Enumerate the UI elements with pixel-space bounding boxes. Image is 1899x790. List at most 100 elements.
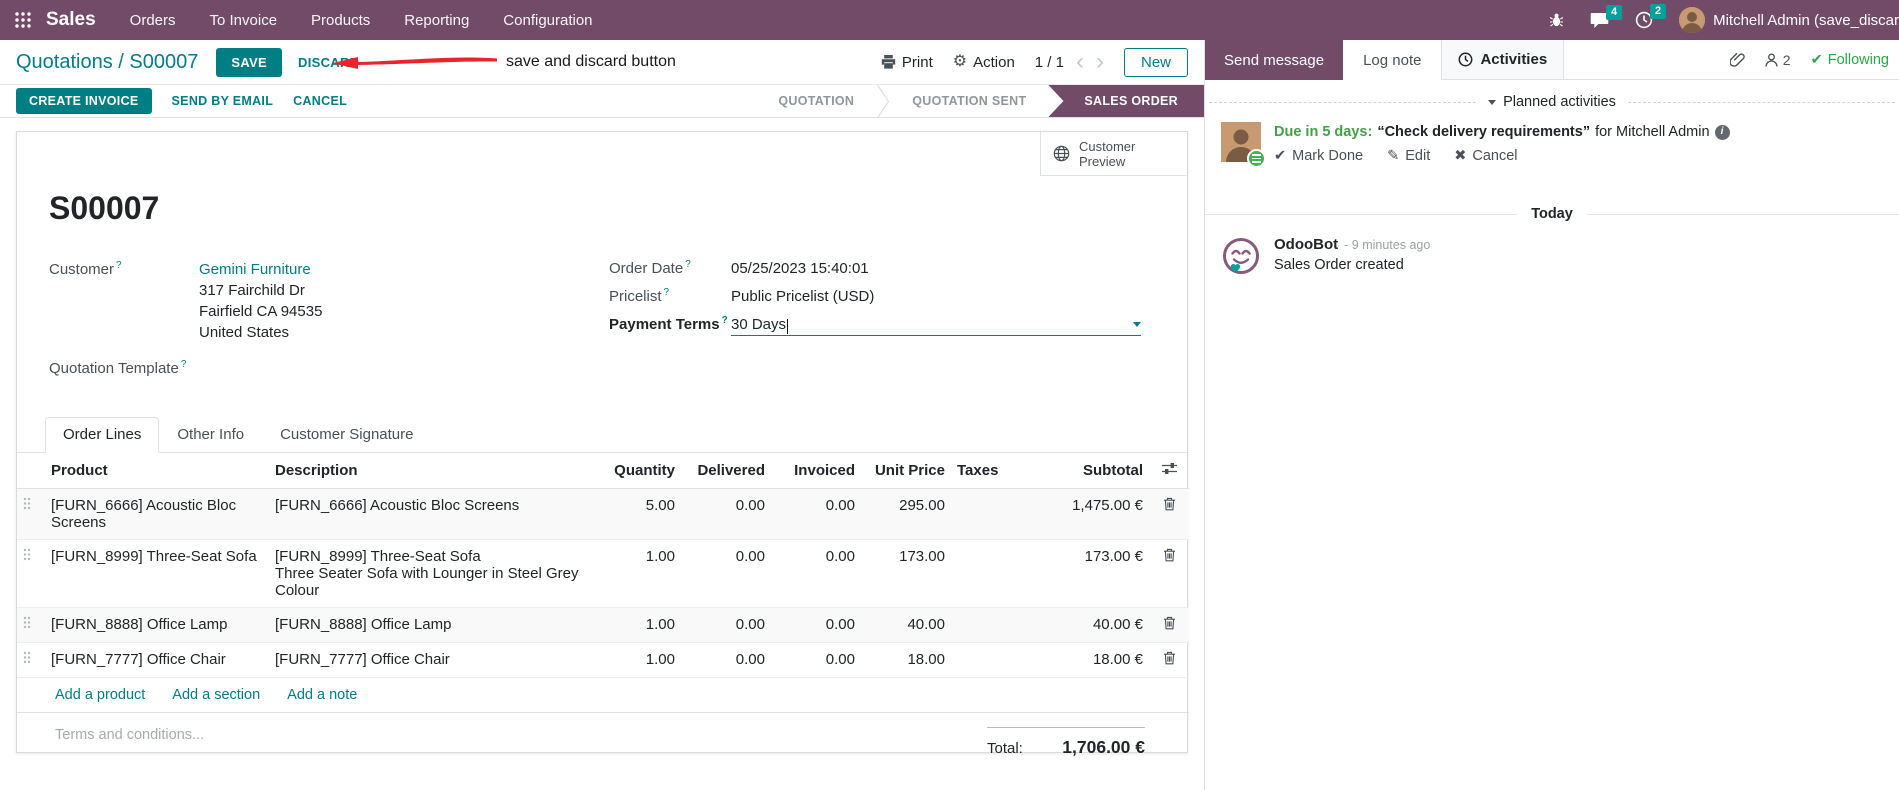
activities-clock-icon[interactable]: 2: [1635, 4, 1667, 29]
cell-quantity[interactable]: 1.00: [591, 607, 681, 643]
cell-invoiced[interactable]: 0.00: [771, 539, 861, 608]
order-line-row[interactable]: [FURN_8999] Three-Seat Sofa [FURN_8999] …: [17, 539, 1189, 608]
activities-tab[interactable]: Activities: [1441, 40, 1565, 80]
odoobot-avatar[interactable]: [1221, 236, 1261, 276]
add-note-link[interactable]: Add a note: [287, 687, 357, 703]
save-button[interactable]: SAVE: [216, 47, 282, 77]
col-delivered[interactable]: Delivered: [681, 453, 771, 489]
menu-orders[interactable]: Orders: [130, 12, 176, 29]
order-line-row[interactable]: [FURN_6666] Acoustic Bloc Screens [FURN_…: [17, 488, 1189, 540]
order-date-value[interactable]: 05/25/2023 15:40:01: [731, 260, 869, 277]
debug-bug-icon[interactable]: [1549, 12, 1564, 28]
menu-configuration[interactable]: Configuration: [503, 12, 592, 29]
cell-invoiced[interactable]: 0.00: [771, 488, 861, 540]
cell-unit-price[interactable]: 40.00: [861, 607, 951, 643]
following-button[interactable]: ✔ Following: [1811, 52, 1889, 68]
menu-products[interactable]: Products: [311, 12, 370, 29]
col-description[interactable]: Description: [269, 453, 591, 489]
action-button[interactable]: ⚙ Action: [953, 54, 1015, 71]
info-icon[interactable]: i: [1714, 124, 1730, 140]
discard-button[interactable]: DISCARD: [298, 55, 359, 70]
pager-next-icon[interactable]: ›: [1096, 50, 1104, 74]
cell-quantity[interactable]: 1.00: [591, 539, 681, 608]
delete-line-icon[interactable]: [1149, 642, 1189, 678]
cell-description[interactable]: [FURN_6666] Acoustic Bloc Screens: [269, 488, 591, 540]
col-product[interactable]: Product: [45, 453, 269, 489]
col-quantity[interactable]: Quantity: [591, 453, 681, 489]
messages-icon[interactable]: 4: [1590, 4, 1623, 29]
col-subtotal[interactable]: Subtotal: [1013, 453, 1149, 489]
tab-order-lines[interactable]: Order Lines: [45, 417, 160, 453]
new-button[interactable]: New: [1123, 47, 1188, 77]
send-message-button[interactable]: Send message: [1205, 40, 1344, 80]
drag-handle-icon[interactable]: [17, 488, 45, 540]
send-by-email-button[interactable]: SEND BY EMAIL: [172, 94, 274, 108]
activity-avatar[interactable]: [1221, 122, 1266, 168]
add-section-link[interactable]: Add a section: [172, 687, 260, 703]
cell-taxes[interactable]: [951, 607, 1013, 643]
cell-product[interactable]: [FURN_7777] Office Chair: [45, 642, 269, 678]
delete-line-icon[interactable]: [1149, 539, 1189, 608]
delete-line-icon[interactable]: [1149, 607, 1189, 643]
pager-prev-icon[interactable]: ‹: [1076, 50, 1084, 74]
cancel-button[interactable]: CANCEL: [293, 94, 347, 108]
stage-quotation[interactable]: QUOTATION: [756, 85, 876, 117]
menu-to-invoice[interactable]: To Invoice: [210, 12, 278, 29]
cancel-activity-button[interactable]: ✖ Cancel: [1454, 148, 1517, 164]
drag-handle-icon[interactable]: [17, 642, 45, 678]
delete-line-icon[interactable]: [1149, 488, 1189, 540]
tab-other-info[interactable]: Other Info: [159, 417, 262, 452]
followers-button[interactable]: 2: [1765, 52, 1791, 68]
cell-taxes[interactable]: [951, 642, 1013, 678]
terms-placeholder[interactable]: Terms and conditions...: [55, 727, 204, 758]
customer-preview-button[interactable]: Customer Preview: [1040, 132, 1187, 176]
customer-name-link[interactable]: Gemini Furniture: [199, 259, 322, 280]
col-unit-price[interactable]: Unit Price: [861, 453, 951, 489]
cell-unit-price[interactable]: 18.00: [861, 642, 951, 678]
quotation-template-field[interactable]: Quotation Template?: [49, 359, 609, 377]
cell-taxes[interactable]: [951, 488, 1013, 540]
cell-delivered[interactable]: 0.00: [681, 488, 771, 540]
order-line-row[interactable]: [FURN_8888] Office Lamp [FURN_8888] Offi…: [17, 607, 1189, 643]
cell-quantity[interactable]: 5.00: [591, 488, 681, 540]
add-product-link[interactable]: Add a product: [55, 687, 145, 703]
cell-description[interactable]: [FURN_7777] Office Chair: [269, 642, 591, 678]
cell-product[interactable]: [FURN_8999] Three-Seat Sofa: [45, 539, 269, 608]
tab-customer-signature[interactable]: Customer Signature: [262, 417, 431, 452]
apps-menu-icon[interactable]: [14, 11, 32, 29]
dropdown-caret-icon[interactable]: [1133, 322, 1141, 327]
cell-invoiced[interactable]: 0.00: [771, 642, 861, 678]
app-name[interactable]: Sales: [46, 9, 96, 31]
user-menu[interactable]: Mitchell Admin (save_discar: [1679, 7, 1899, 33]
planned-activities-toggle[interactable]: Planned activities: [1205, 94, 1899, 110]
order-line-row[interactable]: [FURN_7777] Office Chair [FURN_7777] Off…: [17, 642, 1189, 678]
attachment-paperclip-icon[interactable]: [1729, 52, 1745, 68]
col-taxes[interactable]: Taxes: [951, 453, 1013, 489]
drag-handle-icon[interactable]: [17, 539, 45, 608]
cell-description[interactable]: [FURN_8999] Three-Seat Sofa Three Seater…: [269, 539, 591, 608]
cell-delivered[interactable]: 0.00: [681, 642, 771, 678]
create-invoice-button[interactable]: CREATE INVOICE: [16, 88, 152, 114]
optional-columns-icon[interactable]: [1161, 462, 1177, 475]
stage-sales-order[interactable]: SALES ORDER: [1048, 85, 1204, 117]
cell-delivered[interactable]: 0.00: [681, 607, 771, 643]
edit-activity-button[interactable]: ✎ Edit: [1387, 148, 1430, 164]
col-invoiced[interactable]: Invoiced: [771, 453, 861, 489]
pricelist-value[interactable]: Public Pricelist (USD): [731, 288, 874, 305]
cell-description[interactable]: [FURN_8888] Office Lamp: [269, 607, 591, 643]
print-button[interactable]: Print: [881, 54, 933, 71]
cell-product[interactable]: [FURN_6666] Acoustic Bloc Screens: [45, 488, 269, 540]
cell-product[interactable]: [FURN_8888] Office Lamp: [45, 607, 269, 643]
drag-handle-icon[interactable]: [17, 607, 45, 643]
message-author[interactable]: OdooBot: [1274, 236, 1338, 253]
stage-quotation-sent[interactable]: QUOTATION SENT: [890, 85, 1048, 117]
mark-done-button[interactable]: ✔ Mark Done: [1274, 148, 1363, 164]
cell-unit-price[interactable]: 295.00: [861, 488, 951, 540]
breadcrumb[interactable]: Quotations / S00007: [16, 51, 198, 74]
payment-terms-input[interactable]: 30 Days: [731, 316, 1141, 336]
cell-delivered[interactable]: 0.00: [681, 539, 771, 608]
cell-taxes[interactable]: [951, 539, 1013, 608]
cell-unit-price[interactable]: 173.00: [861, 539, 951, 608]
cell-invoiced[interactable]: 0.00: [771, 607, 861, 643]
cell-quantity[interactable]: 1.00: [591, 642, 681, 678]
